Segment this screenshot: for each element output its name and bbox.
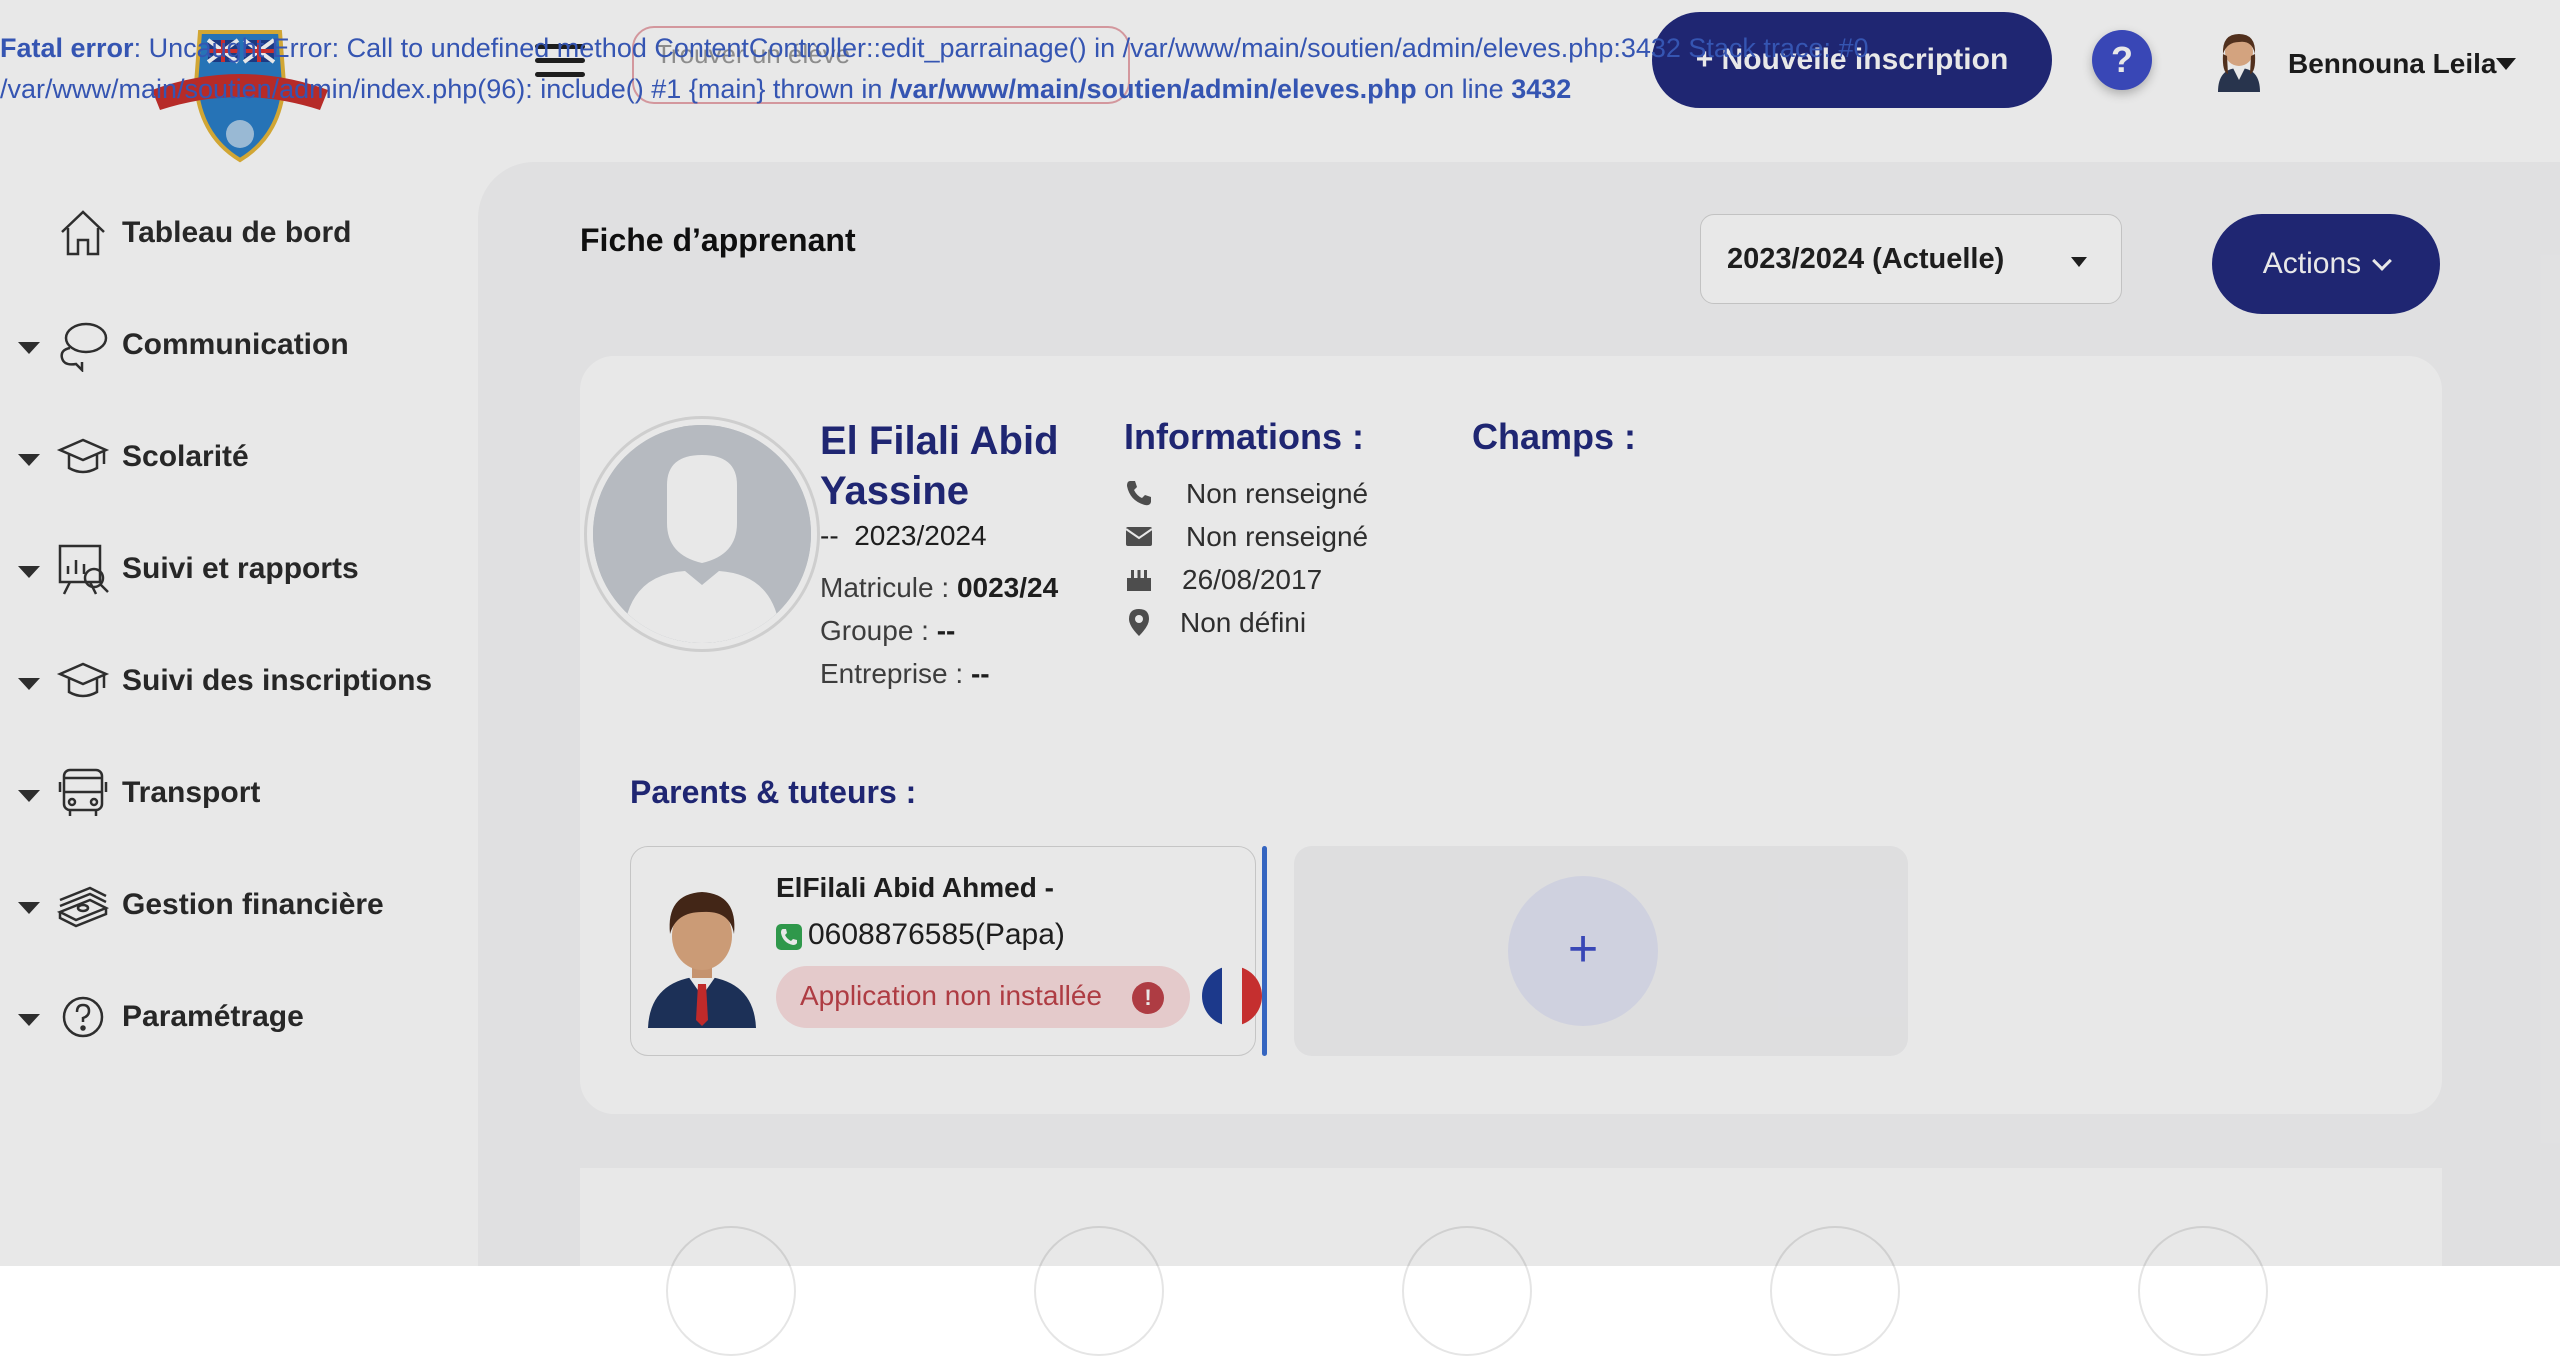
sidebar-item-gestion-financiere[interactable]: Gestion financière <box>0 876 470 936</box>
champs-title: Champs : <box>1472 416 1637 457</box>
sidebar-item-suivi-rapports[interactable]: Suivi et rapports <box>0 540 470 600</box>
student-entreprise: Entreprise : -- <box>820 658 990 690</box>
parent-relation: (Papa) <box>974 918 1065 951</box>
user-menu-caret-icon[interactable] <box>2496 58 2516 70</box>
expand-caret-icon[interactable] <box>18 790 40 802</box>
chat-icon <box>56 318 110 374</box>
map-pin-icon <box>1124 607 1154 637</box>
chevron-down-icon <box>2372 251 2393 271</box>
expand-caret-icon[interactable] <box>18 902 40 914</box>
expand-caret-icon[interactable] <box>18 566 40 578</box>
info-location: Non défini <box>1180 607 1307 638</box>
entreprise-value: -- <box>970 658 990 689</box>
parent-avatar <box>644 872 760 1028</box>
question-circle-icon <box>56 990 110 1044</box>
student-matricule: Matricule : 0023/24 <box>820 572 1058 604</box>
sidebar-item-scolarite[interactable]: Scolarité <box>0 428 470 488</box>
matricule-label: Matricule : <box>820 572 957 603</box>
info-birthdate: 26/08/2017 <box>1182 564 1323 595</box>
school-year-select[interactable]: 2023/2024 (Actuelle) <box>1700 214 2122 304</box>
graduation-cap-icon <box>56 430 110 484</box>
fatal-error-file: /var/www/main/soutien/admin/eleves.php <box>889 74 1417 104</box>
student-year: 2023/2024 <box>854 520 987 551</box>
envelope-icon <box>1124 521 1154 551</box>
graduation-cap-icon <box>56 654 110 708</box>
report-chart-icon <box>56 542 110 596</box>
student-photo-placeholder[interactable] <box>593 425 811 643</box>
phone-icon <box>1124 478 1154 508</box>
tab-id-card-icon[interactable] <box>1402 1226 1532 1356</box>
user-avatar[interactable] <box>2208 28 2270 92</box>
sidebar-item-parametrage[interactable]: Paramétrage <box>0 988 470 1048</box>
chevron-down-icon <box>2071 257 2087 267</box>
php-fatal-error-message: Fatal error: Uncaught Error: Call to und… <box>0 28 2100 110</box>
parent-name: ElFilali Abid Ahmed - <box>776 872 1054 903</box>
money-stack-icon <box>56 878 110 932</box>
parent-phone: 0608876585(Papa) <box>808 918 1065 952</box>
actions-label: Actions <box>2262 247 2362 280</box>
sidebar-item-label: Suivi des inscriptions <box>122 664 433 697</box>
expand-caret-icon[interactable] <box>18 454 40 466</box>
sidebar-item-label: Tableau de bord <box>122 216 352 249</box>
parent-phone-number: 0608876585 <box>808 918 975 951</box>
fatal-error-text: : Uncaught Error: Call to undefined meth… <box>133 33 1869 63</box>
sidebar-item-transport[interactable]: Transport <box>0 764 470 824</box>
student-groupe: Groupe : -- <box>820 615 955 647</box>
birthday-cake-icon <box>1124 564 1154 594</box>
groupe-label: Groupe : <box>820 615 937 646</box>
sidebar-item-suivi-inscriptions[interactable]: Suivi des inscriptions <box>0 652 470 712</box>
add-parent-button[interactable]: + <box>1508 876 1658 1026</box>
sidebar-item-dashboard[interactable]: Tableau de bord <box>0 204 470 264</box>
school-year-value: 2023/2024 (Actuelle) <box>1727 243 2005 275</box>
parent-card-accent <box>1262 846 1267 1056</box>
app-status-text: Application non installée <box>800 980 1102 1011</box>
expand-caret-icon[interactable] <box>18 678 40 690</box>
groupe-value: -- <box>936 615 956 646</box>
app-status-badge: Application non installée ! <box>776 966 1190 1028</box>
student-name: El Filali Abid Yassine <box>820 419 1059 513</box>
student-level-year: -- 2023/2024 <box>820 520 987 552</box>
info-email: Non renseigné <box>1186 521 1369 552</box>
warning-icon: ! <box>1132 982 1164 1014</box>
parents-title: Parents & tuteurs : <box>630 774 917 810</box>
informations-title: Informations : <box>1124 416 1364 457</box>
user-name[interactable]: Bennouna Leila <box>2288 48 2496 80</box>
fatal-error-label: Fatal error <box>0 33 134 63</box>
fatal-error-on-line: on line <box>1416 74 1512 104</box>
fatal-error-line-number: 3432 <box>1511 74 1572 104</box>
expand-caret-icon[interactable] <box>18 342 40 354</box>
help-button[interactable]: ? <box>2092 30 2152 90</box>
sidebar-item-label: Gestion financière <box>122 888 384 921</box>
tab-monitor-icon[interactable] <box>1770 1226 1900 1356</box>
home-icon <box>56 206 110 260</box>
sidebar-item-label: Transport <box>122 776 261 809</box>
bus-icon <box>56 766 110 820</box>
phone-icon <box>776 924 802 950</box>
france-flag-icon <box>1202 966 1262 1026</box>
actions-button[interactable]: Actions <box>2212 214 2440 314</box>
expand-caret-icon[interactable] <box>18 1014 40 1026</box>
fatal-error-trace: /var/www/main/soutien/admin/index.php(96… <box>0 74 890 104</box>
entreprise-label: Entreprise : <box>820 658 971 689</box>
tab-document-icon[interactable] <box>2138 1226 2268 1356</box>
sidebar-item-label: Suivi et rapports <box>122 552 359 585</box>
sidebar-item-label: Paramétrage <box>122 1000 304 1033</box>
student-level: -- <box>820 520 839 551</box>
sidebar-item-label: Communication <box>122 328 349 361</box>
page-title: Fiche d’apprenant <box>580 222 856 258</box>
tab-briefcase-icon[interactable] <box>1034 1226 1164 1356</box>
sidebar-item-label: Scolarité <box>122 440 249 473</box>
matricule-value: 0023/24 <box>956 572 1059 603</box>
tab-calendar-icon[interactable] <box>666 1226 796 1356</box>
info-phone: Non renseigné <box>1186 478 1369 509</box>
sidebar-item-communication[interactable]: Communication <box>0 316 470 376</box>
